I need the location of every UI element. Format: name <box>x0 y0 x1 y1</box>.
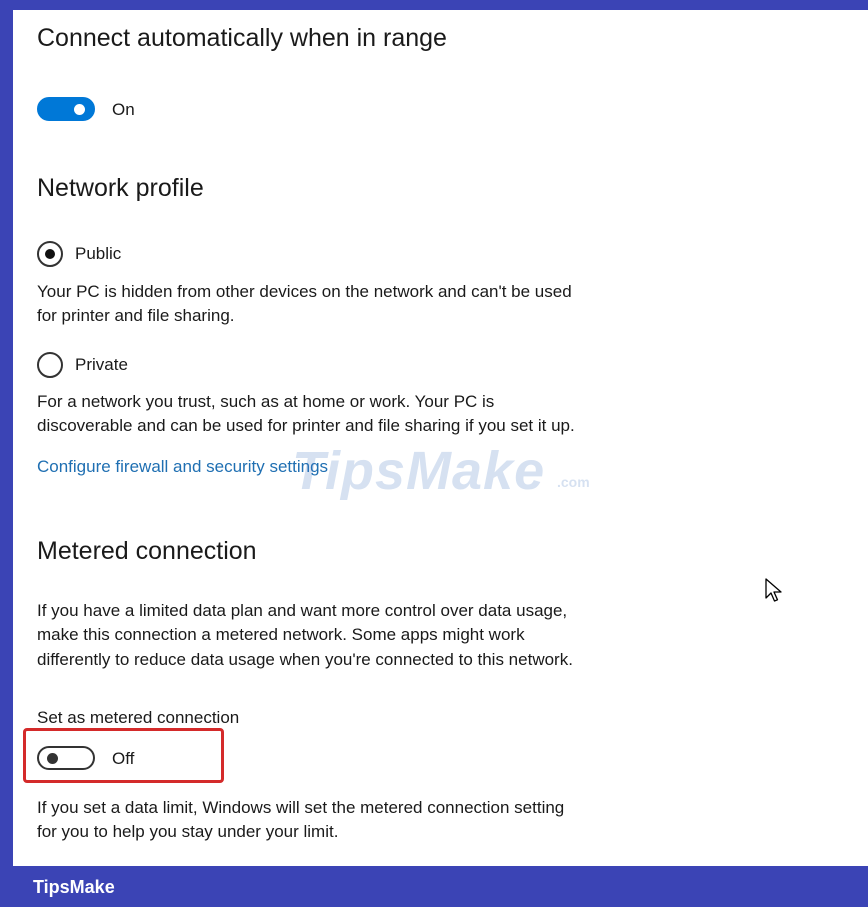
tipsmake-watermark-suffix: .com <box>557 474 590 490</box>
public-radio-label[interactable]: Public <box>75 244 121 264</box>
metered-connection-heading: Metered connection <box>37 537 257 565</box>
frame-top-border <box>0 0 868 10</box>
metered-connection-toggle[interactable] <box>37 746 95 770</box>
network-profile-heading: Network profile <box>37 174 204 202</box>
connect-toggle-state-label: On <box>112 100 135 119</box>
toggle-knob <box>74 104 85 115</box>
public-radio[interactable] <box>37 241 63 267</box>
tipsmake-watermark: TipsMake <box>292 441 546 501</box>
public-description-line2: for printer and file sharing. <box>37 306 235 325</box>
footer-brand: TipsMake <box>33 877 115 897</box>
mouse-pointer-icon <box>765 578 782 602</box>
private-radio-label[interactable]: Private <box>75 355 128 375</box>
public-description-line1: Your PC is hidden from other devices on … <box>37 282 572 301</box>
data-limit-note-line1: If you set a data limit, Windows will se… <box>37 798 565 817</box>
set-metered-connection-label: Set as metered connection <box>37 708 240 727</box>
metered-description-line1: If you have a limited data plan and want… <box>37 601 568 620</box>
metered-description-line2: make this connection a metered network. … <box>37 625 525 644</box>
connect-automatically-toggle[interactable] <box>37 97 95 121</box>
data-limit-note-line2: for you to help you stay under your limi… <box>37 822 339 841</box>
private-radio[interactable] <box>37 352 63 378</box>
metered-description-line3: differently to reduce data usage when yo… <box>37 650 573 669</box>
toggle-knob <box>47 753 58 764</box>
radio-selected-dot <box>45 249 55 259</box>
metered-toggle-state-label: Off <box>112 749 135 768</box>
connect-automatically-heading: Connect automatically when in range <box>37 24 447 52</box>
private-description-line2: discoverable and can be used for printer… <box>37 416 575 435</box>
frame-left-border <box>0 0 13 907</box>
configure-firewall-link[interactable]: Configure firewall and security settings <box>37 457 328 477</box>
footer-bar <box>0 866 868 907</box>
private-description-line1: For a network you trust, such as at home… <box>37 392 495 411</box>
